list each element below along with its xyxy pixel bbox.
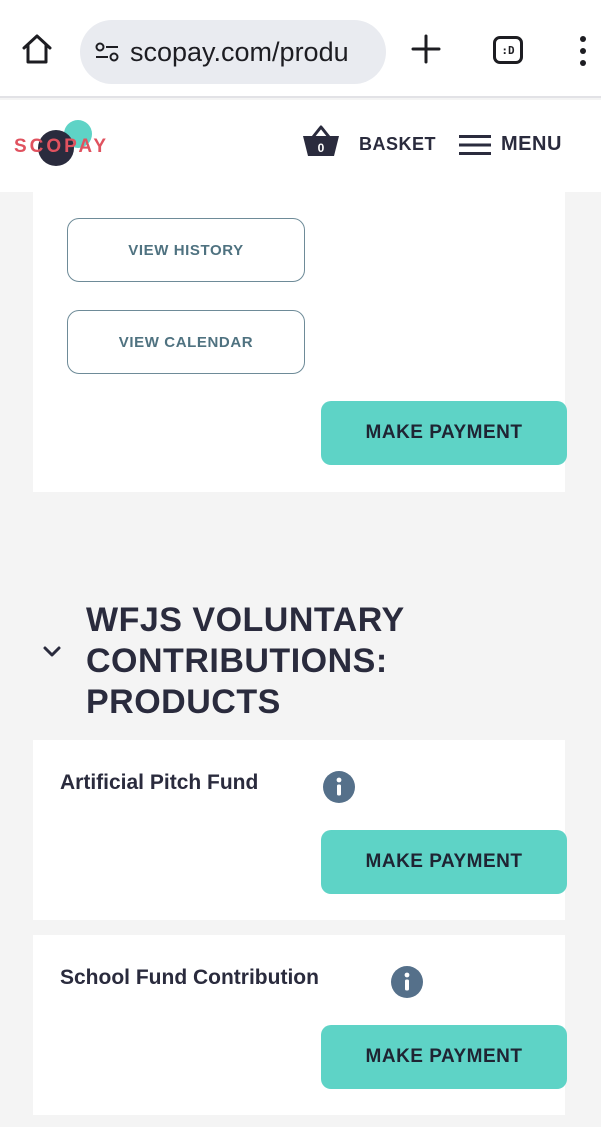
product-card-artificial-pitch-fund: Artificial Pitch Fund MAKE PAYMENT (33, 740, 567, 920)
site-header: SCOPAY 0 BASKET MENU (0, 100, 601, 192)
tabs-icon[interactable]: :D (493, 36, 523, 64)
info-icon[interactable] (323, 771, 355, 803)
product-card-school-fund-contribution: School Fund Contribution MAKE PAYMENT (33, 935, 567, 1115)
info-icon[interactable] (391, 966, 423, 998)
logo-text: SCOPAY (14, 136, 110, 157)
basket-count: 0 (318, 141, 325, 155)
basket-label[interactable]: BASKET (359, 134, 436, 155)
home-icon[interactable] (20, 32, 54, 66)
payment-item-card: VIEW HISTORY VIEW CALENDAR MAKE PAYMENT (33, 192, 567, 492)
tabs-badge: :D (501, 43, 515, 57)
scopay-logo[interactable]: SCOPAY (14, 116, 144, 172)
browser-toolbar: scopay.com/produ :D (0, 0, 601, 98)
more-options-icon[interactable] (576, 34, 590, 68)
make-payment-button[interactable]: MAKE PAYMENT (321, 830, 567, 894)
address-bar[interactable]: scopay.com/produ (80, 20, 386, 84)
view-calendar-button[interactable]: VIEW CALENDAR (67, 310, 305, 374)
make-payment-button[interactable]: MAKE PAYMENT (321, 1025, 567, 1089)
section-title[interactable]: WFJS VOLUNTARY CONTRIBUTIONS: PRODUCTS (86, 600, 506, 723)
make-payment-button[interactable]: MAKE PAYMENT (321, 401, 567, 465)
view-history-button[interactable]: VIEW HISTORY (67, 218, 305, 282)
new-tab-icon[interactable] (410, 33, 442, 65)
menu-label[interactable]: MENU (501, 133, 562, 156)
site-settings-icon[interactable] (94, 41, 120, 63)
product-name: Artificial Pitch Fund (60, 771, 259, 794)
chevron-down-icon[interactable] (42, 645, 62, 659)
hamburger-menu-icon[interactable] (459, 134, 491, 156)
product-name: School Fund Contribution (60, 966, 319, 989)
basket-icon[interactable]: 0 (301, 124, 341, 158)
url-text[interactable]: scopay.com/produ (130, 37, 349, 68)
